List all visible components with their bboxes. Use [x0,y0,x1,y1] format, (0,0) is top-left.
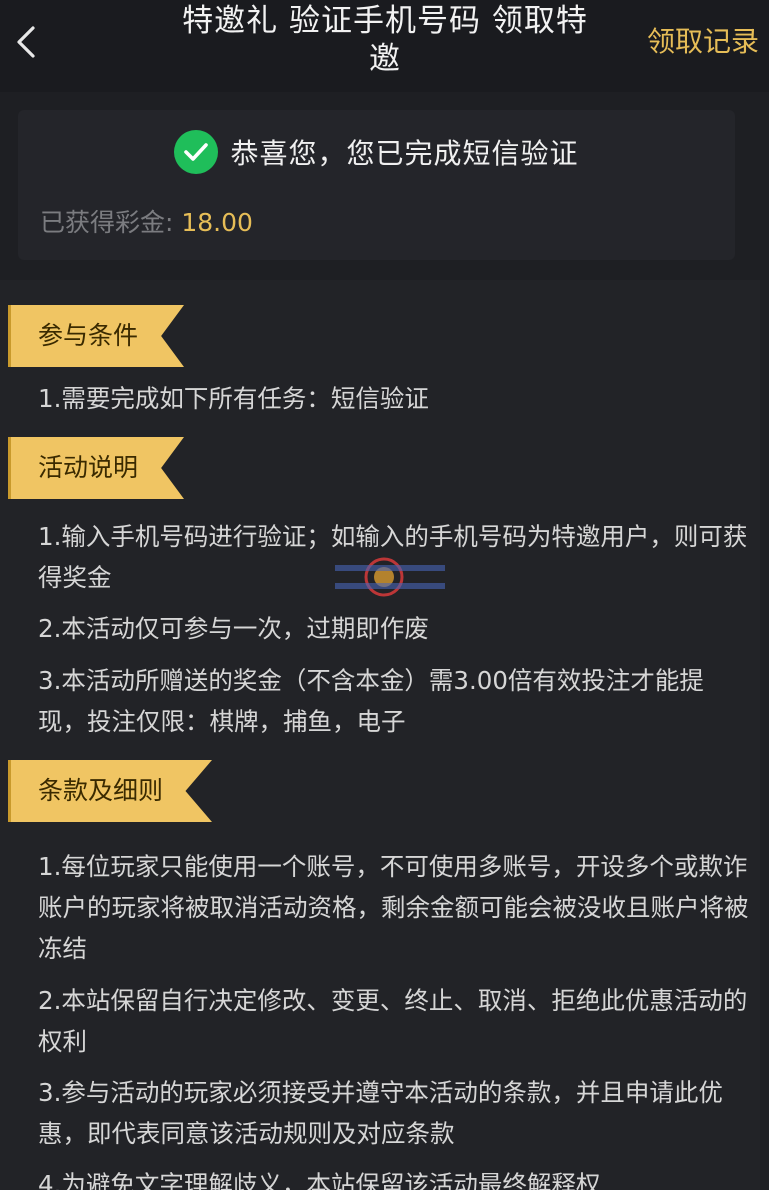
terms-item-4: 4.为避免文字理解歧义，本站保留该活动最终解释权 [38,1170,601,1190]
top-nav-bar: 特邀礼 验证手机号码 领取特邀 领取记录 [0,0,769,92]
terms-item-2: 2.本站保留自行决定修改、变更、终止、取消、拒绝此优惠活动的权利 [38,986,748,1056]
back-button[interactable] [4,20,48,64]
conditions-item-1: 1.需要完成如下所有任务：短信验证 [38,384,429,413]
rules-panel: 参与条件 1.需要完成如下所有任务：短信验证 活动说明 1.输入手机号码进行验证… [0,280,760,1190]
verification-status: 恭喜您，您已完成短信验证 [18,130,735,174]
description-item-2: 2.本活动仅可参与一次，过期即作废 [38,614,429,643]
section-tag-conditions: 参与条件 [8,305,184,367]
bonus-value: 18.00 [181,208,253,237]
terms-item-1: 1.每位玩家只能使用一个账号，不可使用多账号，开设多个或欺诈账户的玩家将被取消活… [38,852,749,963]
section-tag-terms: 条款及细则 [8,760,212,822]
page: 特邀礼 验证手机号码 领取特邀 领取记录 恭喜您，您已完成短信验证 已获得彩金:… [0,0,769,1190]
page-title: 特邀礼 验证手机号码 领取特邀 [182,3,588,77]
check-circle-icon [174,130,219,174]
verification-card: 恭喜您，您已完成短信验证 已获得彩金: 18.00 [18,110,735,260]
chevron-left-icon [17,26,35,58]
description-item-3: 3.本活动所赠送的奖金（不含本金）需3.00倍有效投注才能提现，投注仅限：棋牌，… [38,666,704,736]
bonus-summary: 已获得彩金: 18.00 [40,203,253,239]
bonus-label: 已获得彩金: [40,208,182,237]
claim-records-link[interactable]: 领取记录 [647,24,759,60]
verification-message: 恭喜您，您已完成短信验证 [230,137,579,170]
watermark-logo [335,557,445,597]
section-tag-description: 活动说明 [8,437,184,499]
terms-item-3: 3.参与活动的玩家必须接受并遵守本活动的条款，并且申请此优惠，即代表同意该活动规… [38,1078,723,1148]
